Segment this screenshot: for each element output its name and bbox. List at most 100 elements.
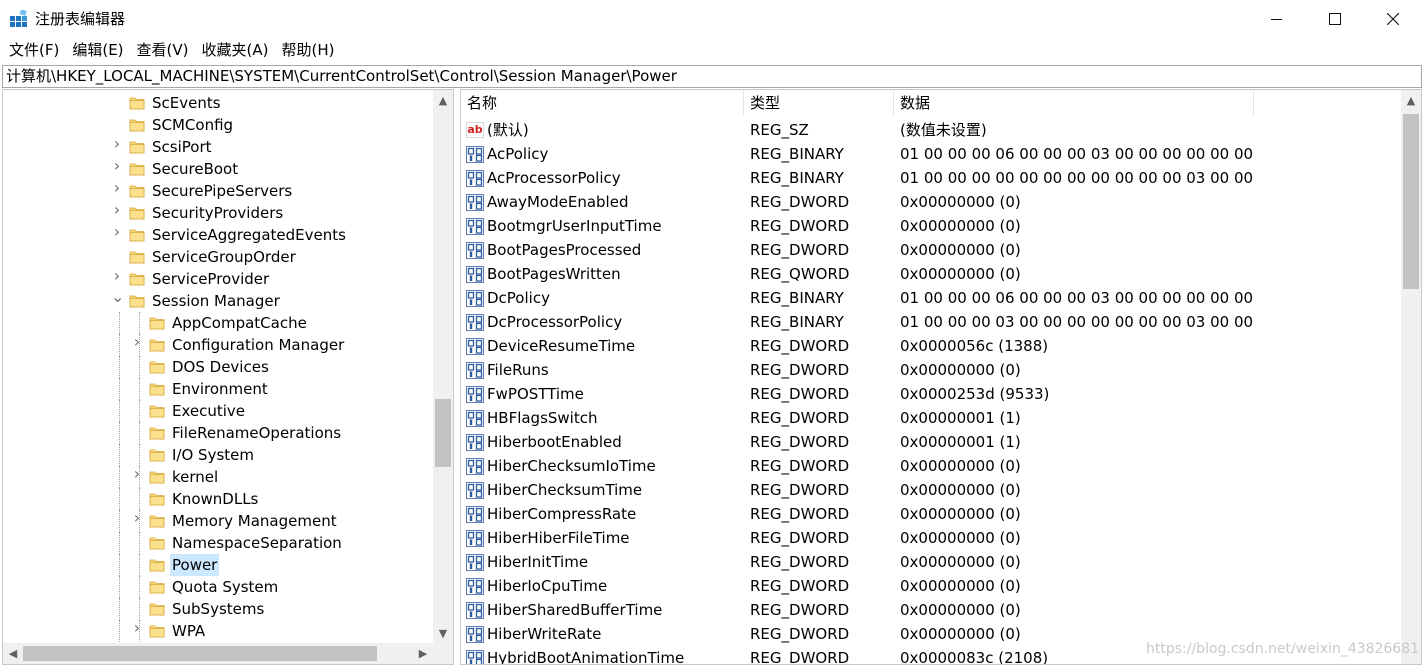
tree-node-label[interactable]: Environment (170, 378, 270, 400)
tree-vertical-scroll-thumb[interactable] (435, 399, 451, 467)
tree-node[interactable]: › SecurePipeServers (3, 180, 433, 202)
value-name-cell[interactable]: HiberSharedBufferTime (461, 598, 744, 622)
value-row[interactable]: HBFlagsSwitch REG_DWORD 0x00000001 (1) (461, 406, 1401, 430)
tree-node-label[interactable]: Quota System (170, 576, 280, 598)
value-row[interactable]: BootPagesWritten REG_QWORD 0x00000000 (0) (461, 262, 1401, 286)
tree-vertical-scrollbar[interactable]: ▲ ▼ (433, 90, 453, 643)
tree-node-label[interactable]: ScEvents (150, 92, 223, 114)
tree-node-label[interactable]: ScsiPort (150, 136, 214, 158)
value-row[interactable]: FileRuns REG_DWORD 0x00000000 (0) (461, 358, 1401, 382)
menu-favorites[interactable]: 收藏夹(A) (197, 38, 274, 63)
tree-horizontal-scroll-thumb[interactable] (23, 646, 377, 661)
tree-node[interactable]: › SecureBoot (3, 158, 433, 180)
value-name-cell[interactable]: HBFlagsSwitch (461, 406, 744, 430)
tree-node-label[interactable]: Memory Management (170, 510, 339, 532)
value-row[interactable]: HiberbootEnabled REG_DWORD 0x00000001 (1) (461, 430, 1401, 454)
value-row[interactable]: FwPOSTTime REG_DWORD 0x0000253d (9533) (461, 382, 1401, 406)
value-row[interactable]: HiberChecksumTime REG_DWORD 0x00000000 (0) (461, 478, 1401, 502)
minimize-button[interactable] (1248, 0, 1306, 38)
tree-node-label[interactable]: SCMConfig (150, 114, 235, 136)
column-header-type[interactable]: 类型 (744, 90, 894, 116)
value-name-cell[interactable]: DcProcessorPolicy (461, 310, 744, 334)
value-name-cell[interactable]: DcPolicy (461, 286, 744, 310)
list-vertical-scrollbar[interactable]: ▲ (1401, 90, 1421, 664)
value-name-cell[interactable]: HiberWriteRate (461, 622, 744, 646)
tree-node[interactable]: Power (3, 554, 433, 576)
value-row[interactable]: BootPagesProcessed REG_DWORD 0x00000000 (0… (461, 238, 1401, 262)
value-name-cell[interactable]: BootPagesProcessed (461, 238, 744, 262)
tree-node[interactable]: › WPA (3, 620, 433, 642)
tree-node[interactable]: KnownDLLs (3, 488, 433, 510)
tree-node[interactable]: › Configuration Manager (3, 334, 433, 356)
collapsed-chevron-icon[interactable]: › (111, 268, 123, 284)
menu-file[interactable]: 文件(F) (4, 38, 64, 63)
tree-node-label[interactable]: DOS Devices (170, 356, 271, 378)
address-bar[interactable]: 计算机\HKEY_LOCAL_MACHINE\SYSTEM\CurrentCon… (2, 65, 1422, 88)
scroll-left-arrow-icon[interactable]: ◀ (3, 643, 23, 663)
maximize-button[interactable] (1306, 0, 1364, 38)
menu-help[interactable]: 帮助(H) (276, 38, 339, 63)
value-row[interactable]: DeviceResumeTime REG_DWORD 0x0000056c (138… (461, 334, 1401, 358)
value-row[interactable]: DcPolicy REG_BINARY 01 00 00 00 06 00 00 0… (461, 286, 1401, 310)
column-header-name[interactable]: 名称 (461, 90, 744, 116)
tree-node[interactable]: FileRenameOperations (3, 422, 433, 444)
value-name-cell[interactable]: HiberCompressRate (461, 502, 744, 526)
value-row[interactable]: AcPolicy REG_BINARY 01 00 00 00 06 00 00 0… (461, 142, 1401, 166)
tree-node[interactable]: › ServiceProvider (3, 268, 433, 290)
value-name-cell[interactable]: HiberIoCpuTime (461, 574, 744, 598)
value-row[interactable]: HiberHiberFileTime REG_DWORD 0x00000000 (0… (461, 526, 1401, 550)
tree-node-label[interactable]: AppCompatCache (170, 312, 309, 334)
value-row[interactable]: ab (默认) REG_SZ (数值未设置) (461, 118, 1401, 142)
tree-node-label[interactable]: Session Manager (150, 290, 282, 312)
value-row[interactable]: HiberCompressRate REG_DWORD 0x00000000 (0) (461, 502, 1401, 526)
tree-node[interactable]: Environment (3, 378, 433, 400)
tree-node[interactable]: Executive (3, 400, 433, 422)
scroll-down-arrow-icon[interactable]: ▼ (433, 623, 453, 643)
value-name-cell[interactable]: HiberChecksumTime (461, 478, 744, 502)
tree-node[interactable]: SCMConfig (3, 114, 433, 136)
tree-node[interactable]: AppCompatCache (3, 312, 433, 334)
close-button[interactable] (1364, 0, 1422, 38)
value-row[interactable]: DcProcessorPolicy REG_BINARY 01 00 00 00 0… (461, 310, 1401, 334)
menu-view[interactable]: 查看(V) (132, 38, 194, 63)
value-row[interactable]: HiberSharedBufferTime REG_DWORD 0x00000000… (461, 598, 1401, 622)
tree-node-label[interactable]: KnownDLLs (170, 488, 260, 510)
list-vertical-scroll-thumb[interactable] (1403, 114, 1419, 289)
collapsed-chevron-icon[interactable]: › (131, 510, 143, 526)
tree-node[interactable]: NamespaceSeparation (3, 532, 433, 554)
tree-node-label[interactable]: SecureBoot (150, 158, 240, 180)
tree-node[interactable]: › ScsiPort (3, 136, 433, 158)
collapsed-chevron-icon[interactable]: › (111, 158, 123, 174)
column-header-data[interactable]: 数据 (894, 90, 1254, 116)
tree-node[interactable]: › Memory Management (3, 510, 433, 532)
tree-node[interactable]: SubSystems (3, 598, 433, 620)
tree-node-label[interactable]: SubSystems (170, 598, 266, 620)
tree-node[interactable]: › ServiceAggregatedEvents (3, 224, 433, 246)
tree-node-label[interactable]: SecurityProviders (150, 202, 285, 224)
scroll-right-arrow-icon[interactable]: ▶ (413, 643, 433, 663)
value-name-cell[interactable]: HiberInitTime (461, 550, 744, 574)
expanded-chevron-icon[interactable]: ⌄ (111, 289, 124, 305)
collapsed-chevron-icon[interactable]: › (131, 466, 143, 482)
value-row[interactable]: HiberChecksumIoTime REG_DWORD 0x00000000 (… (461, 454, 1401, 478)
tree-node-label[interactable]: ServiceProvider (150, 268, 271, 290)
tree-node-label[interactable]: FileRenameOperations (170, 422, 343, 444)
menu-edit[interactable]: 编辑(E) (67, 38, 128, 63)
tree-node-label[interactable]: Executive (170, 400, 247, 422)
value-name-cell[interactable]: BootPagesWritten (461, 262, 744, 286)
collapsed-chevron-icon[interactable]: › (131, 620, 143, 636)
value-name-cell[interactable]: HiberChecksumIoTime (461, 454, 744, 478)
collapsed-chevron-icon[interactable]: › (111, 224, 123, 240)
value-row[interactable]: HiberInitTime REG_DWORD 0x00000000 (0) (461, 550, 1401, 574)
tree-node-label[interactable]: Configuration Manager (170, 334, 346, 356)
tree-node[interactable]: › kernel (3, 466, 433, 488)
collapsed-chevron-icon[interactable]: › (111, 180, 123, 196)
tree-node-label[interactable]: NamespaceSeparation (170, 532, 344, 554)
value-name-cell[interactable]: AcPolicy (461, 142, 744, 166)
value-name-cell[interactable]: HiberHiberFileTime (461, 526, 744, 550)
value-name-cell[interactable]: HybridBootAnimationTime (461, 646, 744, 664)
value-name-cell[interactable]: BootmgrUserInputTime (461, 214, 744, 238)
tree-node-label[interactable]: SecurePipeServers (150, 180, 294, 202)
value-name-cell[interactable]: FileRuns (461, 358, 744, 382)
value-name-cell[interactable]: AwayModeEnabled (461, 190, 744, 214)
